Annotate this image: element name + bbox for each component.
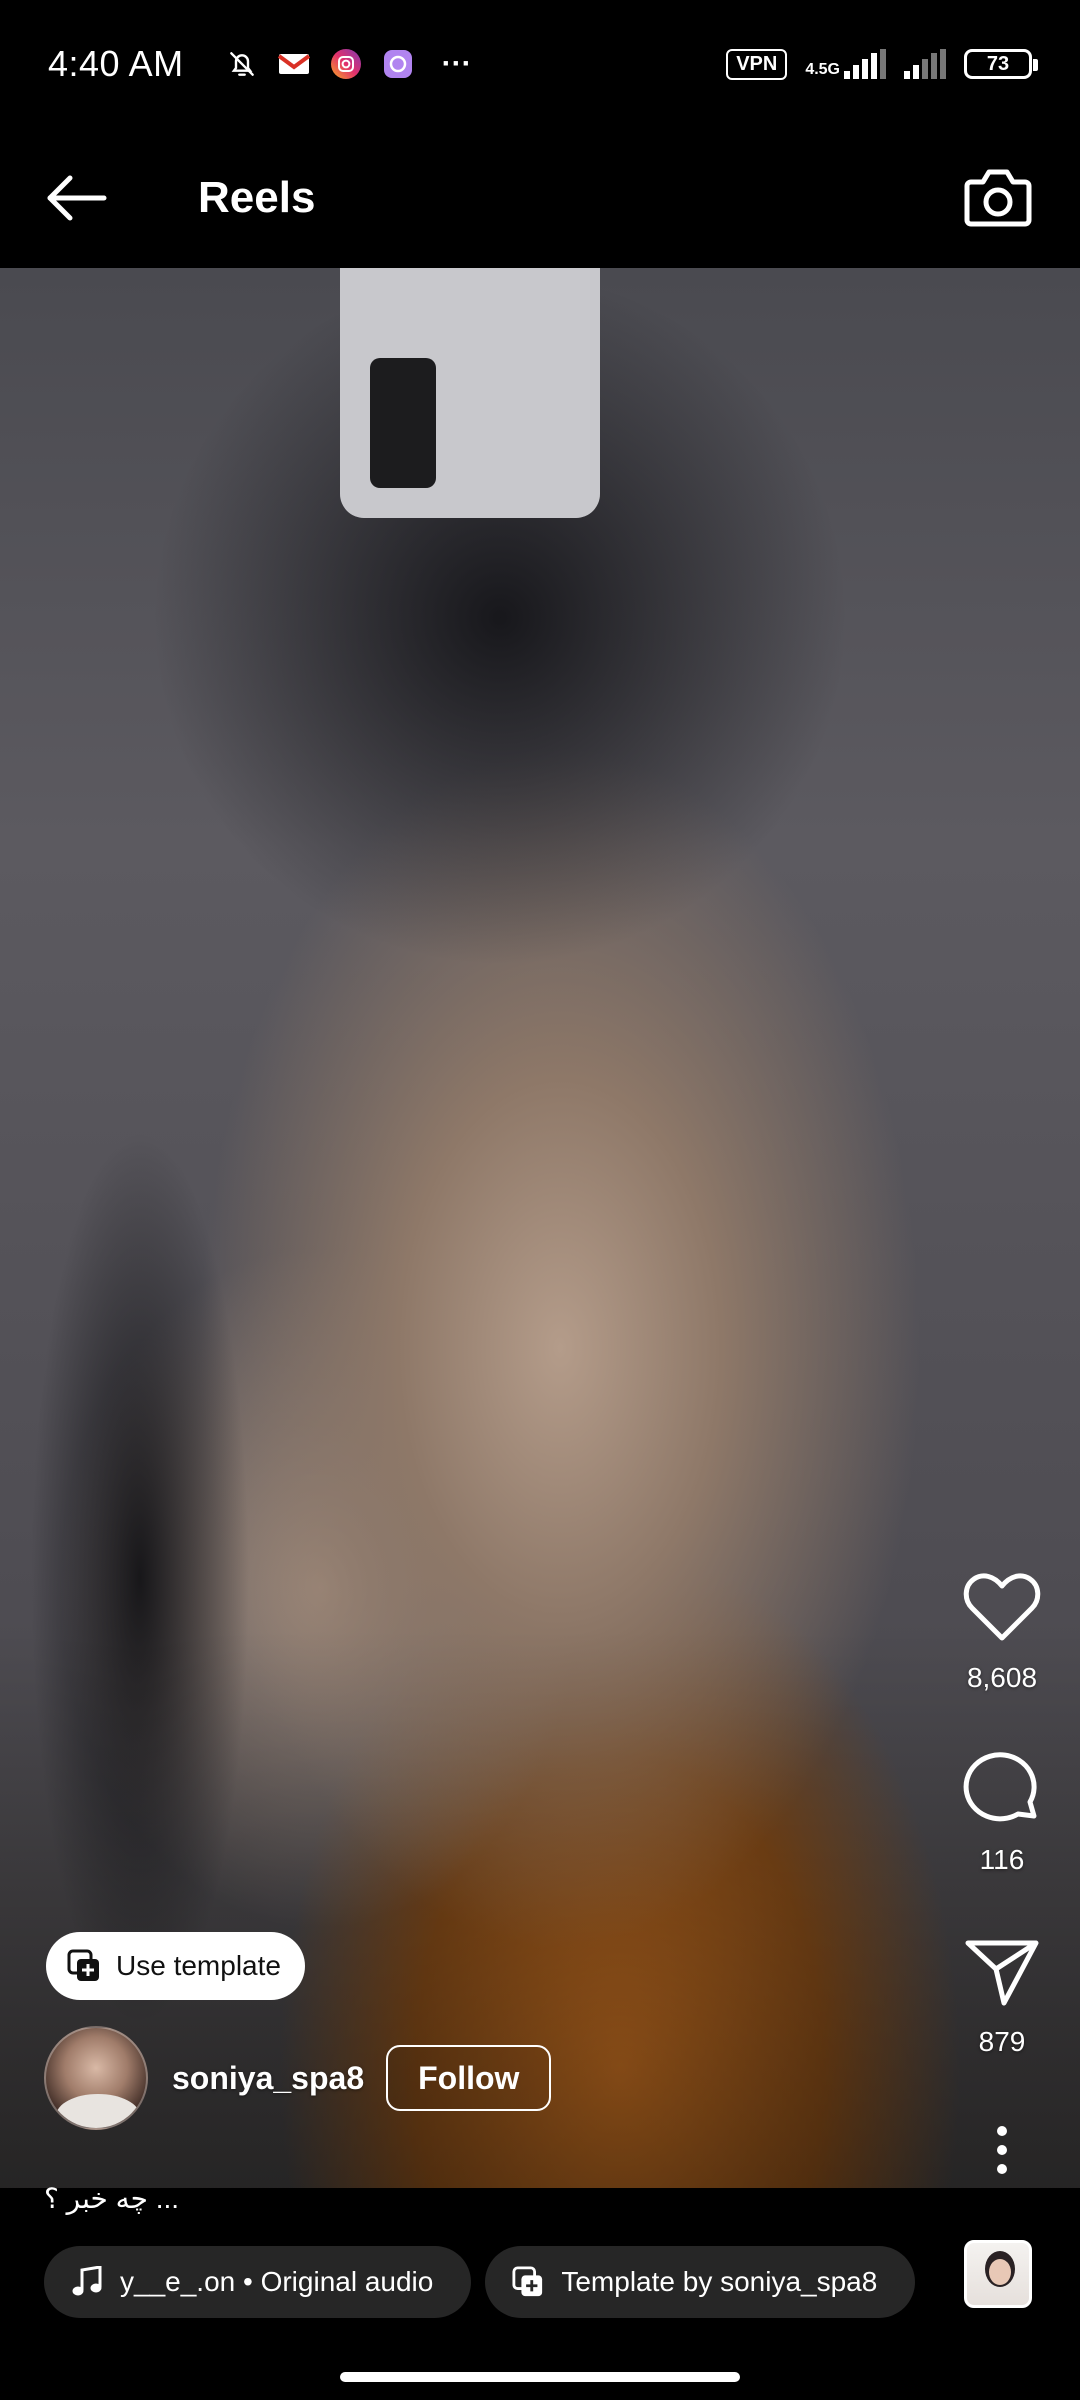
- more-notifications-icon: ···: [441, 47, 472, 80]
- like-action[interactable]: 8,608: [924, 1566, 1080, 1694]
- gmail-icon: [276, 46, 312, 82]
- caption[interactable]: چه خبر ؟ ...: [44, 2182, 179, 2215]
- author-row: soniya_spa8 Follow: [44, 2026, 552, 2130]
- more-vertical-icon: [997, 2126, 1007, 2174]
- share-action[interactable]: 879: [924, 1930, 1080, 2058]
- use-template-label: Use template: [116, 1950, 281, 1981]
- share-count: 879: [978, 2026, 1026, 2057]
- header: Reels: [0, 128, 1080, 268]
- network-type: 4.5G: [805, 49, 886, 79]
- avatar[interactable]: [44, 2026, 148, 2130]
- audio-label: y__e_.on • Original audio: [120, 2266, 434, 2297]
- use-template-button[interactable]: Use template: [46, 1932, 305, 2000]
- template-label: Template by soniya_spa8: [561, 2266, 878, 2297]
- status-time: 4:40 AM: [48, 43, 184, 84]
- audio-thumbnail[interactable]: [964, 2240, 1032, 2308]
- status-left: 4:40 AM ···: [48, 43, 472, 85]
- video-phone-lens: [370, 358, 436, 488]
- like-count: 8,608: [966, 1662, 1038, 1693]
- vpn-indicator: VPN: [726, 48, 788, 80]
- username[interactable]: soniya_spa8: [172, 2060, 364, 2097]
- template-icon: [511, 2265, 545, 2299]
- video-phone-shape: [340, 268, 600, 518]
- audio-chip[interactable]: y__e_.on • Original audio: [44, 2246, 472, 2318]
- signal-2-icon: [904, 49, 946, 79]
- comment-count: 116: [979, 1844, 1025, 1875]
- camera-icon: [964, 169, 1032, 227]
- app-icon: [380, 46, 416, 82]
- comment-action[interactable]: 116: [924, 1748, 1080, 1876]
- more-options-button[interactable]: [924, 2124, 1080, 2176]
- camera-button[interactable]: [960, 160, 1036, 236]
- battery-level: 73: [986, 52, 1010, 75]
- arrow-left-icon: [47, 175, 107, 221]
- battery-indicator: 73: [964, 49, 1038, 79]
- send-icon[interactable]: [960, 1930, 1044, 2014]
- bell-muted-icon: [224, 46, 260, 82]
- reel-video[interactable]: [0, 268, 1080, 2188]
- template-chip[interactable]: Template by soniya_spa8: [485, 2246, 916, 2318]
- bottom-chips: y__e_.on • Original audio Template by so…: [44, 2246, 916, 2318]
- heart-icon[interactable]: [960, 1566, 1044, 1650]
- follow-label: Follow: [418, 2059, 520, 2096]
- template-add-icon: [66, 1948, 102, 1984]
- status-right: VPN 4.5G 73: [726, 48, 1038, 80]
- status-bar: 4:40 AM ··· VPN 4.5G 73: [0, 0, 1080, 128]
- page-title: Reels: [198, 173, 316, 222]
- instagram-icon: [328, 46, 364, 82]
- follow-button[interactable]: Follow: [386, 2045, 552, 2111]
- home-indicator[interactable]: [340, 2372, 740, 2382]
- signal-icon: [844, 49, 886, 79]
- network-label: 4.5G: [805, 61, 840, 78]
- comment-icon[interactable]: [960, 1748, 1044, 1832]
- notification-icons: ···: [224, 46, 472, 82]
- back-button[interactable]: [44, 166, 108, 230]
- music-note-icon: [70, 2265, 104, 2299]
